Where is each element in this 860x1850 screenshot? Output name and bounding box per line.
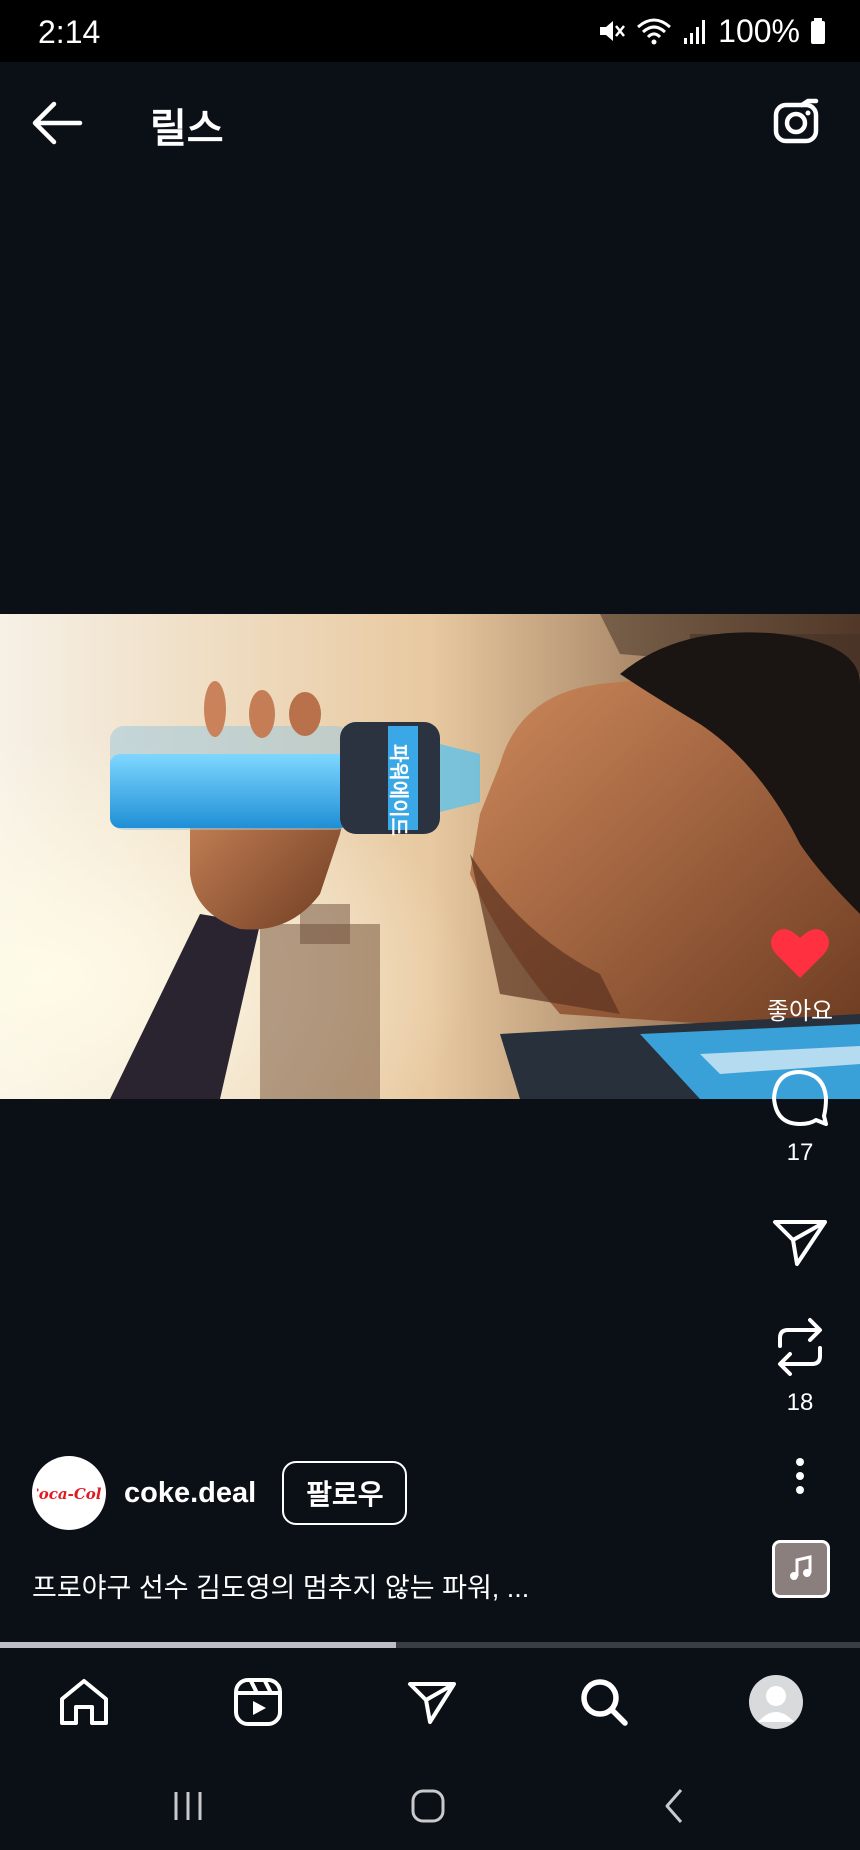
author-username[interactable]: coke.deal xyxy=(124,1477,256,1510)
more-vertical-icon xyxy=(796,1458,804,1494)
home-icon xyxy=(60,1679,108,1725)
battery-percent: 100% xyxy=(718,12,800,49)
coca-cola-logo: Coca-Cola xyxy=(37,1485,101,1503)
status-icons: 100% xyxy=(596,12,826,50)
profile-avatar xyxy=(749,1675,803,1729)
remix-action[interactable]: 18 xyxy=(750,1316,850,1417)
battery-icon xyxy=(811,18,825,44)
status-bar: 2:14 100% xyxy=(0,0,860,62)
reel-video[interactable]: 파워에이드 xyxy=(0,614,860,1099)
reel-caption[interactable]: 프로야구 선수 김도영의 멈추지 않는 파워, ... xyxy=(32,1566,529,1605)
author-avatar[interactable]: Coca-Cola xyxy=(32,1456,106,1530)
bottle-label: 파워에이드 xyxy=(387,744,411,836)
nav-profile[interactable] xyxy=(746,1672,806,1732)
share-action[interactable] xyxy=(750,1216,850,1273)
status-time: 2:14 xyxy=(38,14,101,50)
svg-text:Coca-Cola: Coca-Cola xyxy=(37,1485,101,1503)
nav-search[interactable] xyxy=(574,1672,634,1732)
bottom-nav xyxy=(0,1648,860,1756)
nav-home[interactable] xyxy=(54,1672,114,1732)
more-action[interactable] xyxy=(750,1456,850,1501)
comment-action[interactable]: 17 xyxy=(750,1068,850,1167)
signal-icon xyxy=(684,20,706,44)
heart-icon xyxy=(771,929,829,978)
nav-reels[interactable] xyxy=(228,1672,288,1732)
home-circle-icon xyxy=(411,1789,445,1823)
wifi-icon xyxy=(637,18,672,45)
recents-icon xyxy=(174,1792,202,1820)
repost-icon xyxy=(778,1318,822,1376)
nav-messages[interactable] xyxy=(402,1672,462,1732)
reels-header: 릴스 xyxy=(0,62,860,180)
audio-thumbnail[interactable] xyxy=(772,1540,830,1598)
reels-icon xyxy=(234,1678,282,1726)
follow-button[interactable]: 팔로우 xyxy=(282,1461,408,1525)
author-row: Coca-Cola coke.deal 팔로우 xyxy=(32,1456,408,1530)
home-system-button[interactable] xyxy=(408,1786,448,1826)
like-action[interactable]: 좋아요 xyxy=(750,926,850,1026)
page-title: 릴스 xyxy=(150,107,224,151)
mute-icon xyxy=(600,21,626,41)
video-frame-image: 파워에이드 xyxy=(0,614,860,1099)
like-label: 좋아요 xyxy=(766,998,834,1025)
comment-count: 17 xyxy=(786,1139,814,1166)
camera-button[interactable] xyxy=(772,97,822,147)
remix-count: 18 xyxy=(786,1389,814,1416)
recents-button[interactable] xyxy=(168,1786,208,1826)
back-system-button[interactable] xyxy=(654,1786,694,1826)
search-icon xyxy=(581,1679,628,1726)
back-chevron-icon xyxy=(665,1789,683,1823)
send-icon xyxy=(408,1682,456,1724)
arrow-left-icon xyxy=(32,101,83,145)
camera-icon xyxy=(773,98,819,144)
comment-icon xyxy=(772,1070,828,1126)
back-button[interactable] xyxy=(30,100,84,146)
send-icon xyxy=(773,1220,827,1266)
music-note-icon xyxy=(790,1555,812,1580)
system-navigation-bar xyxy=(0,1756,860,1850)
